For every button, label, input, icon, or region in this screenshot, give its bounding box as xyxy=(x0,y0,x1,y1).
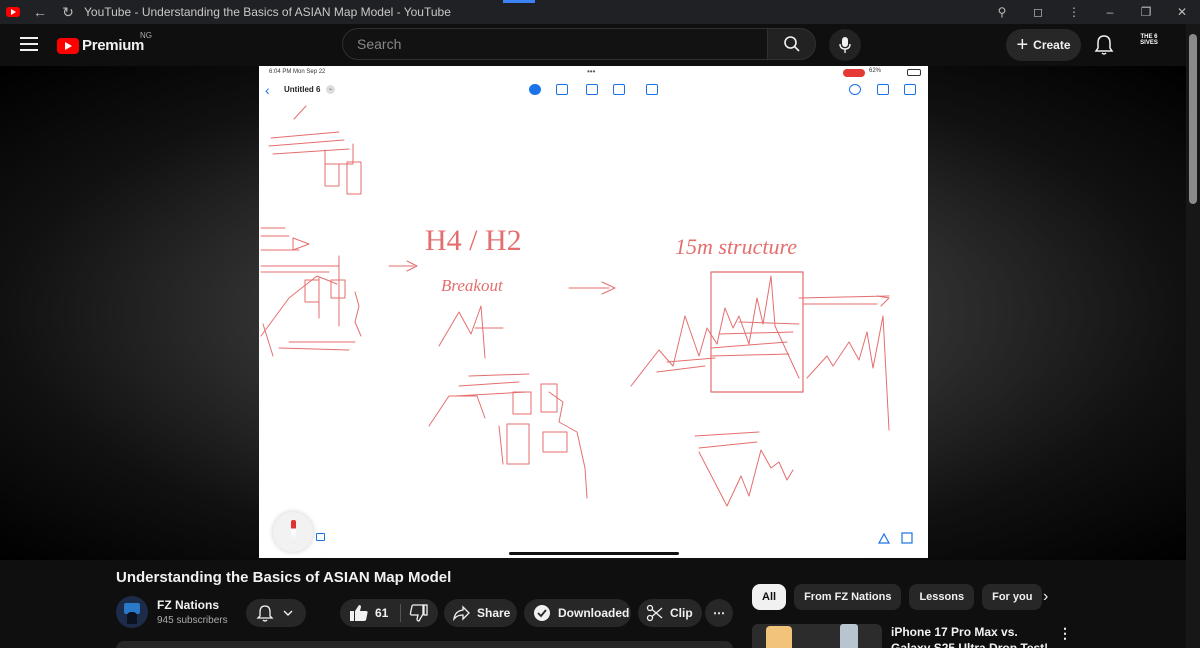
youtube-logo[interactable]: Premium NG xyxy=(57,31,152,54)
clip-label: Clip xyxy=(670,606,693,620)
share-label: Share xyxy=(477,606,511,620)
microphone-icon xyxy=(839,37,851,53)
more-actions-button[interactable]: ⋯ xyxy=(705,599,733,627)
minimize-icon[interactable]: – xyxy=(1092,5,1128,19)
scissors-icon xyxy=(646,604,663,622)
downloaded-button[interactable]: Downloaded xyxy=(524,599,631,627)
video-player[interactable]: 6:04 PM Mon Sep 22 ••• 62% ‹ Untitled 6 … xyxy=(0,66,1186,560)
browser-title-bar: ← ↻ YouTube - Understanding the Basics o… xyxy=(0,0,1200,24)
video-title: Understanding the Basics of ASIAN Map Mo… xyxy=(116,569,452,586)
subscriber-count: 945 subscribers xyxy=(157,615,228,626)
downloaded-label: Downloaded xyxy=(558,606,630,620)
country-code: NG xyxy=(140,31,152,40)
more-dots-icon: ⋯ xyxy=(713,606,725,620)
kebab-menu-icon[interactable]: ⋮ xyxy=(1056,5,1092,19)
youtube-header: Premium NG Search + Create THE 6 SIVES xyxy=(0,24,1200,66)
window-title: YouTube - Understanding the Basics of AS… xyxy=(84,5,451,19)
chevron-right-icon[interactable]: › xyxy=(1043,588,1048,606)
search-input[interactable]: Search xyxy=(342,28,768,60)
square-icon xyxy=(901,532,913,544)
video-frame: 6:04 PM Mon Sep 22 ••• 62% ‹ Untitled 6 … xyxy=(259,66,928,558)
zoom-icon[interactable]: ⚲ xyxy=(984,5,1020,19)
back-arrow-icon[interactable]: ← xyxy=(32,4,48,20)
description-box[interactable] xyxy=(116,641,733,648)
like-count[interactable]: 61 xyxy=(375,606,388,620)
like-dislike-group: 61 xyxy=(340,599,438,627)
recommendation-menu-icon[interactable]: ⋮ xyxy=(1058,625,1072,642)
clip-button[interactable]: Clip xyxy=(638,599,702,627)
menu-icon[interactable] xyxy=(20,37,38,51)
subscribed-button[interactable] xyxy=(246,599,306,627)
tab-indicator xyxy=(503,0,535,3)
window-controls: ⚲ ◻ ⋮ – ❐ ✕ xyxy=(984,0,1200,24)
recommendation-thumbnail[interactable] xyxy=(752,624,882,648)
share-arrow-icon xyxy=(453,605,470,621)
note-structure: 15m structure xyxy=(675,234,797,259)
whiteboard-drawing: H4 / H2 Breakout 15m structure xyxy=(260,105,890,507)
logo-text: Premium xyxy=(82,37,145,54)
note-breakout: Breakout xyxy=(441,276,504,295)
chip-from-channel[interactable]: From FZ Nations xyxy=(794,584,902,610)
youtube-play-icon xyxy=(57,37,79,54)
home-indicator xyxy=(509,552,679,555)
chip-all[interactable]: All xyxy=(752,584,787,610)
voice-search-button[interactable] xyxy=(829,29,861,61)
search-button[interactable] xyxy=(767,28,816,60)
create-label: Create xyxy=(1033,38,1071,52)
restore-icon[interactable]: ❐ xyxy=(1128,5,1164,19)
related-filter-chips: All From FZ Nations Lessons For you xyxy=(752,584,1050,610)
search-placeholder: Search xyxy=(357,36,402,52)
keyboard-toggle-icon xyxy=(316,533,325,541)
recommendation-title[interactable]: iPhone 17 Pro Max vs. Galaxy S25 Ultra D… xyxy=(891,624,1051,648)
reload-icon[interactable]: ↻ xyxy=(60,4,76,21)
search-icon xyxy=(783,36,800,52)
channel-avatar[interactable] xyxy=(116,596,148,628)
channel-name[interactable]: FZ Nations xyxy=(157,598,219,612)
page-scrollbar[interactable] xyxy=(1186,24,1200,648)
thumbs-up-icon[interactable] xyxy=(349,604,369,622)
share-button[interactable]: Share xyxy=(444,599,517,627)
plus-icon: + xyxy=(1016,34,1029,56)
notifications-bell-icon[interactable] xyxy=(1094,34,1114,56)
thumbs-down-icon[interactable] xyxy=(409,604,429,622)
scrollbar-thumb[interactable] xyxy=(1189,34,1197,204)
chip-for-you[interactable]: For you xyxy=(982,584,1043,610)
chip-lessons[interactable]: Lessons xyxy=(909,584,975,610)
download-check-icon xyxy=(534,605,550,621)
bottom-tools xyxy=(877,532,913,544)
close-icon[interactable]: ✕ xyxy=(1164,5,1200,19)
extensions-icon[interactable]: ◻ xyxy=(1020,5,1056,19)
create-button[interactable]: + Create xyxy=(1006,29,1081,61)
shapes-icon xyxy=(877,532,891,544)
youtube-favicon-icon xyxy=(6,7,20,17)
like-divider xyxy=(400,604,402,622)
account-avatar[interactable]: THE 6 SIVES xyxy=(1137,34,1161,56)
bell-chevron-icon xyxy=(256,605,293,622)
pencil-tool-icon xyxy=(273,512,313,552)
note-h4-h2: H4 / H2 xyxy=(425,224,522,257)
